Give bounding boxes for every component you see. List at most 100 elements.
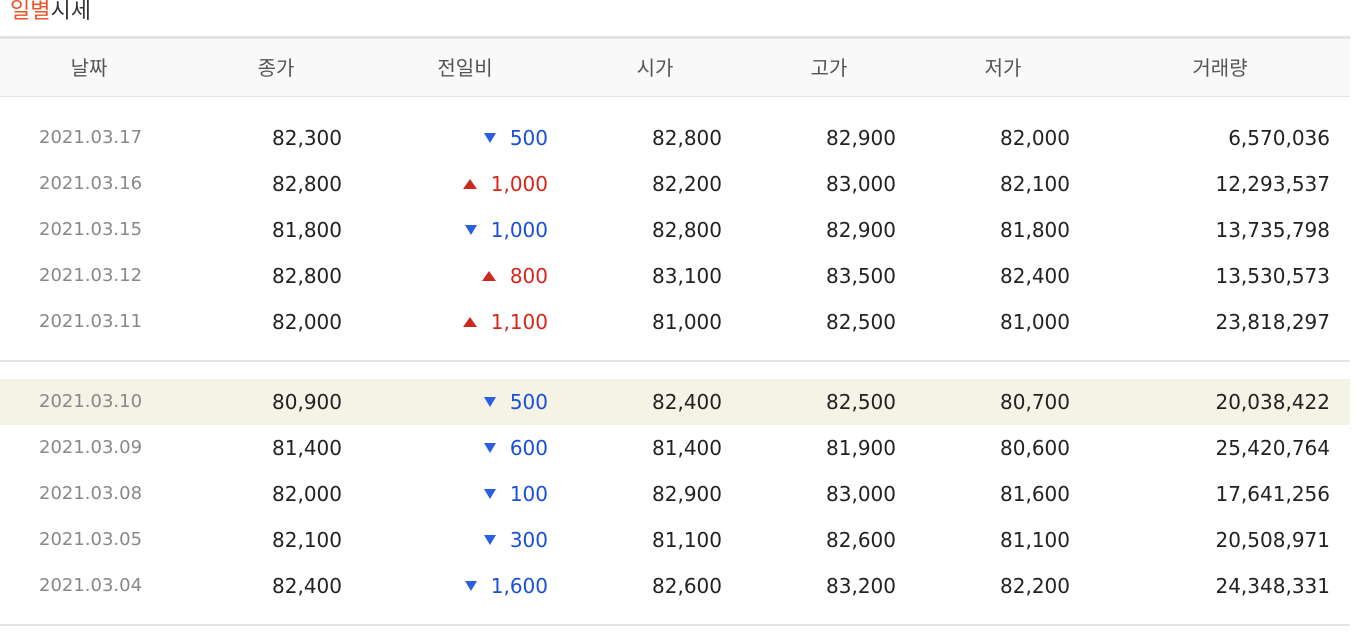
cell-open: 82,800 xyxy=(652,218,722,242)
cell-open: 82,600 xyxy=(652,574,722,598)
cell-low: 80,600 xyxy=(1000,436,1070,460)
table-row: 2021.03.11 82,000 1,100 81,000 82,500 81,000 2… xyxy=(0,299,1350,345)
change-value: 500 xyxy=(509,126,548,150)
header-volume: 거래량 xyxy=(1192,56,1248,80)
down-triangle-icon xyxy=(464,580,477,591)
cell-close: 82,000 xyxy=(272,310,342,334)
cell-date: 2021.03.10 xyxy=(39,391,143,412)
cell-open: 82,200 xyxy=(652,172,722,196)
header-open: 시가 xyxy=(636,56,674,80)
cell-change: 800 xyxy=(400,253,548,299)
table-row: 2021.03.16 82,800 1,000 82,200 83,000 82,100 1… xyxy=(0,161,1350,207)
table-row: 2021.03.08 82,000 100 82,900 83,000 81,600 17,… xyxy=(0,471,1350,517)
cell-open: 83,100 xyxy=(652,264,722,288)
cell-low: 81,100 xyxy=(1000,528,1070,552)
cell-change: 1,000 xyxy=(400,161,548,207)
cell-low: 81,800 xyxy=(1000,218,1070,242)
cell-low: 82,400 xyxy=(1000,264,1070,288)
cell-high: 82,500 xyxy=(826,390,896,414)
cell-close: 82,400 xyxy=(272,574,342,598)
cell-low: 82,200 xyxy=(1000,574,1070,598)
cell-high: 83,000 xyxy=(826,482,896,506)
cell-close: 82,000 xyxy=(272,482,342,506)
table-row: 2021.03.04 82,400 1,600 82,600 83,200 82,200 2… xyxy=(0,563,1350,609)
header-change: 전일비 xyxy=(437,56,493,80)
cell-date: 2021.03.15 xyxy=(39,219,143,240)
cell-change: 500 xyxy=(400,115,548,161)
cell-volume: 17,641,256 xyxy=(1215,482,1330,506)
change-value: 100 xyxy=(509,482,548,506)
up-triangle-icon xyxy=(462,178,477,189)
cell-change: 500 xyxy=(400,379,548,425)
cell-close: 81,400 xyxy=(272,436,342,460)
cell-low: 82,100 xyxy=(1000,172,1070,196)
table-row: 2021.03.10 80,900 500 82,400 82,500 80,700 20,… xyxy=(0,379,1350,425)
cell-volume: 20,038,422 xyxy=(1215,390,1330,414)
table-row: 2021.03.05 82,100 300 81,100 82,600 81,100 20,… xyxy=(0,517,1350,563)
table-row: 2021.03.15 81,800 1,000 82,800 82,900 81,800 1… xyxy=(0,207,1350,253)
down-triangle-icon xyxy=(483,132,496,143)
change-value: 1,000 xyxy=(490,218,548,242)
cell-date: 2021.03.16 xyxy=(39,173,143,194)
table-header: 날짜 종가 전일비 시가 고가 저가 거래량 xyxy=(0,39,1350,97)
cell-date: 2021.03.05 xyxy=(39,529,143,550)
table-row: 2021.03.12 82,800 800 83,100 83,500 82,400 13,… xyxy=(0,253,1350,299)
row-group-divider xyxy=(0,624,1350,626)
header-date: 날짜 xyxy=(70,56,108,80)
down-triangle-icon xyxy=(483,534,496,545)
header-close: 종가 xyxy=(257,56,295,80)
cell-close: 82,800 xyxy=(272,264,342,288)
cell-close: 80,900 xyxy=(272,390,342,414)
row-group-divider xyxy=(0,360,1350,362)
change-value: 1,000 xyxy=(490,172,548,196)
cell-change: 1,000 xyxy=(400,207,548,253)
cell-date: 2021.03.12 xyxy=(39,265,143,286)
cell-high: 82,500 xyxy=(826,310,896,334)
cell-date: 2021.03.17 xyxy=(39,127,143,148)
cell-volume: 6,570,036 xyxy=(1228,126,1330,150)
cell-close: 82,300 xyxy=(272,126,342,150)
header-low: 저가 xyxy=(984,56,1022,80)
cell-high: 82,900 xyxy=(826,218,896,242)
cell-open: 81,100 xyxy=(652,528,722,552)
cell-high: 83,000 xyxy=(826,172,896,196)
table-row: 2021.03.09 81,400 600 81,400 81,900 80,600 25,… xyxy=(0,425,1350,471)
cell-change: 100 xyxy=(400,471,548,517)
cell-date: 2021.03.08 xyxy=(39,483,143,504)
cell-open: 81,000 xyxy=(652,310,722,334)
cell-change: 300 xyxy=(400,517,548,563)
header-high: 고가 xyxy=(810,56,848,80)
change-value: 500 xyxy=(509,390,548,414)
cell-date: 2021.03.11 xyxy=(39,311,143,332)
cell-open: 82,900 xyxy=(652,482,722,506)
cell-high: 83,500 xyxy=(826,264,896,288)
up-triangle-icon xyxy=(462,316,477,327)
change-value: 1,600 xyxy=(490,574,548,598)
change-value: 300 xyxy=(509,528,548,552)
cell-volume: 23,818,297 xyxy=(1215,310,1330,334)
table-row: 2021.03.17 82,300 500 82,800 82,900 82,000 6,5… xyxy=(0,115,1350,161)
cell-low: 82,000 xyxy=(1000,126,1070,150)
cell-volume: 13,530,573 xyxy=(1215,264,1330,288)
cell-low: 80,700 xyxy=(1000,390,1070,414)
cell-open: 82,400 xyxy=(652,390,722,414)
cell-volume: 24,348,331 xyxy=(1215,574,1330,598)
down-triangle-icon xyxy=(483,488,496,499)
cell-close: 82,100 xyxy=(272,528,342,552)
cell-volume: 12,293,537 xyxy=(1215,172,1330,196)
cell-date: 2021.03.09 xyxy=(39,437,143,458)
cell-change: 600 xyxy=(400,425,548,471)
cell-low: 81,600 xyxy=(1000,482,1070,506)
down-triangle-icon xyxy=(464,224,477,235)
section-title-rest: 시세 xyxy=(50,0,91,24)
cell-change: 1,100 xyxy=(400,299,548,345)
cell-close: 82,800 xyxy=(272,172,342,196)
cell-change: 1,600 xyxy=(400,563,548,609)
down-triangle-icon xyxy=(483,442,496,453)
cell-high: 83,200 xyxy=(826,574,896,598)
cell-volume: 20,508,971 xyxy=(1215,528,1330,552)
change-value: 800 xyxy=(509,264,548,288)
cell-close: 81,800 xyxy=(272,218,342,242)
cell-volume: 13,735,798 xyxy=(1215,218,1330,242)
change-value: 1,100 xyxy=(490,310,548,334)
